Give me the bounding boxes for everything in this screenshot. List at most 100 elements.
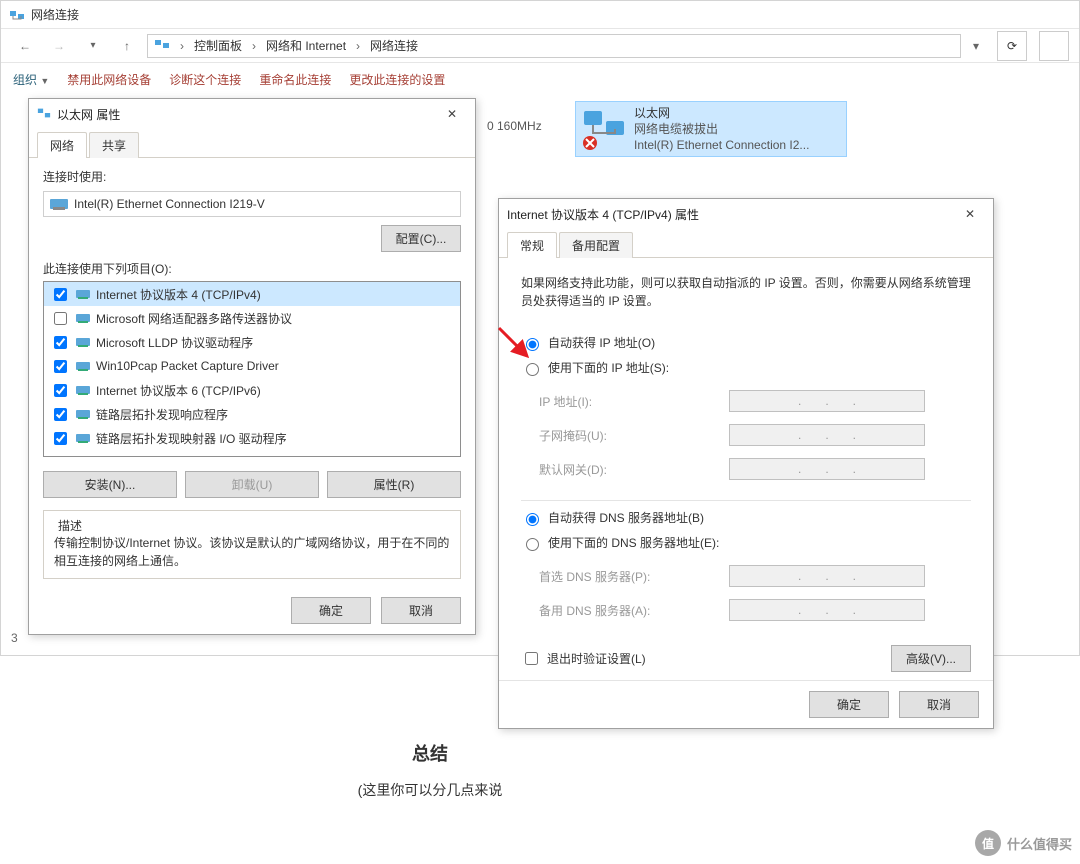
radio-label: 自动获得 IP 地址(O)	[548, 334, 655, 351]
protocol-checkbox[interactable]	[54, 384, 67, 397]
breadcrumb-item[interactable]: 控制面板	[194, 37, 242, 54]
network-connections-icon	[154, 36, 170, 55]
adapter-name: 以太网	[634, 105, 809, 121]
protocol-checkbox[interactable]	[54, 312, 67, 325]
protocol-label: 链路层拓扑发现映射器 I/O 驱动程序	[96, 430, 287, 447]
radio-label: 使用下面的 DNS 服务器地址(E):	[548, 534, 719, 551]
protocol-icon	[76, 432, 90, 444]
protocol-item[interactable]: 链路层拓扑发现映射器 I/O 驱动程序	[44, 426, 460, 450]
protocol-checkbox[interactable]	[54, 408, 67, 421]
dns2-label: 备用 DNS 服务器(A):	[539, 602, 729, 619]
description-text: 传输控制协议/Internet 协议。该协议是默认的广域网络协议，用于在不同的相…	[54, 534, 450, 570]
tab-network[interactable]: 网络	[37, 132, 87, 158]
rename-link[interactable]: 重命名此连接	[259, 71, 331, 88]
ok-button[interactable]: 确定	[291, 597, 371, 624]
properties-button[interactable]: 属性(R)	[327, 471, 461, 498]
protocol-label: Internet 协议版本 4 (TCP/IPv4)	[96, 286, 261, 303]
breadcrumb[interactable]: 控制面板 网络和 Internet 网络连接	[147, 34, 961, 58]
protocol-label: Internet 协议版本 6 (TCP/IPv6)	[96, 382, 261, 399]
radio-input[interactable]	[526, 538, 539, 551]
uninstall-button: 卸载(U)	[185, 471, 319, 498]
protocol-checkbox[interactable]	[54, 432, 67, 445]
protocol-icon	[76, 312, 90, 324]
ethernet-properties-dialog: 以太网 属性 ✕ 网络 共享 连接时使用: Intel(R) Ethernet …	[28, 98, 476, 635]
cancel-button[interactable]: 取消	[899, 691, 979, 718]
refresh-button[interactable]: ⟳	[997, 31, 1027, 61]
gateway-field: ...	[729, 458, 925, 480]
forward-button[interactable]: →	[45, 34, 73, 58]
protocol-label: 链路层拓扑发现响应程序	[96, 406, 228, 423]
partial-text: 0 160MHz	[487, 119, 542, 133]
protocol-icon	[76, 288, 90, 300]
radio-input[interactable]	[526, 363, 539, 376]
protocol-checkbox[interactable]	[54, 360, 67, 373]
protocol-icon	[76, 408, 90, 420]
protocol-icon	[76, 384, 90, 396]
tab-general[interactable]: 常规	[507, 232, 557, 258]
radio-label: 使用下面的 IP 地址(S):	[548, 359, 669, 376]
protocol-checkbox[interactable]	[54, 336, 67, 349]
dns1-field: ...	[729, 565, 925, 587]
breadcrumb-item[interactable]: 网络连接	[370, 37, 418, 54]
protocol-item[interactable]: Microsoft 网络适配器多路传送器协议	[44, 306, 460, 330]
network-icon	[37, 106, 51, 123]
diagnose-link[interactable]: 诊断这个连接	[169, 71, 241, 88]
history-dropdown[interactable]: ▾	[79, 34, 107, 58]
adapter-tile-ethernet[interactable]: 以太网 网络电缆被拔出 Intel(R) Ethernet Connection…	[575, 101, 847, 157]
watermark-badge-icon: 值	[975, 830, 1001, 856]
validate-checkbox[interactable]: 退出时验证设置(L)	[521, 649, 646, 668]
tab-strip: 常规 备用配置	[499, 231, 993, 258]
watermark: 值 什么值得买	[975, 830, 1072, 856]
gateway-label: 默认网关(D):	[539, 461, 729, 478]
radio-manual-ip[interactable]: 使用下面的 IP 地址(S):	[521, 359, 971, 376]
dialog-titlebar[interactable]: 以太网 属性 ✕	[29, 99, 475, 129]
tab-alternate[interactable]: 备用配置	[559, 232, 633, 258]
radio-manual-dns[interactable]: 使用下面的 DNS 服务器地址(E):	[521, 534, 971, 551]
article-heading: 总结	[180, 740, 680, 766]
breadcrumb-item[interactable]: 网络和 Internet	[266, 37, 346, 54]
configure-button[interactable]: 配置(C)...	[381, 225, 461, 252]
advanced-button[interactable]: 高级(V)...	[891, 645, 971, 672]
nic-icon	[50, 197, 68, 211]
protocol-item[interactable]: Internet 协议版本 6 (TCP/IPv6)	[44, 378, 460, 402]
checkbox-label: 退出时验证设置(L)	[547, 650, 646, 667]
explorer-titlebar: 网络连接	[1, 1, 1079, 29]
dns1-label: 首选 DNS 服务器(P):	[539, 568, 729, 585]
watermark-text: 什么值得买	[1007, 834, 1072, 853]
protocol-icon	[76, 360, 90, 372]
command-bar: 组织 ▼ 禁用此网络设备 诊断这个连接 重命名此连接 更改此连接的设置	[1, 63, 1079, 95]
install-button[interactable]: 安装(N)...	[43, 471, 177, 498]
article-body: (这里你可以分几点来说	[180, 780, 680, 800]
protocol-item[interactable]: Microsoft LLDP 协议驱动程序	[44, 330, 460, 354]
tab-share[interactable]: 共享	[89, 132, 139, 158]
radio-input[interactable]	[526, 513, 539, 526]
article-fragment: 总结 (这里你可以分几点来说	[180, 740, 680, 800]
back-button[interactable]: ←	[11, 34, 39, 58]
close-button[interactable]: ✕	[955, 203, 985, 225]
close-button[interactable]: ✕	[437, 103, 467, 125]
change-settings-link[interactable]: 更改此连接的设置	[349, 71, 445, 88]
protocol-item[interactable]: 链路层拓扑发现响应程序	[44, 402, 460, 426]
connect-using-label: 连接时使用:	[43, 168, 461, 185]
breadcrumb-dropdown[interactable]: ▾	[967, 39, 985, 53]
disable-device-link[interactable]: 禁用此网络设备	[67, 71, 151, 88]
protocol-list[interactable]: Internet 协议版本 4 (TCP/IPv4) Microsoft 网络适配…	[43, 281, 461, 457]
protocol-checkbox[interactable]	[54, 288, 67, 301]
annotation-arrow	[495, 324, 535, 364]
organize-menu[interactable]: 组织	[13, 73, 37, 87]
explorer-title: 网络连接	[31, 6, 79, 23]
radio-auto-ip[interactable]: 自动获得 IP 地址(O)	[521, 334, 971, 351]
cancel-button[interactable]: 取消	[381, 597, 461, 624]
search-box[interactable]	[1039, 31, 1069, 61]
checkbox-input[interactable]	[525, 652, 538, 665]
protocol-item[interactable]: Internet 协议版本 4 (TCP/IPv4)	[44, 282, 460, 306]
up-button[interactable]: ↑	[113, 34, 141, 58]
subnet-field: ...	[729, 424, 925, 446]
ip-address-field: ...	[729, 390, 925, 412]
dialog-titlebar[interactable]: Internet 协议版本 4 (TCP/IPv4) 属性 ✕	[499, 199, 993, 229]
radio-label: 自动获得 DNS 服务器地址(B)	[548, 509, 704, 526]
protocol-item[interactable]: Win10Pcap Packet Capture Driver	[44, 354, 460, 378]
intro-text: 如果网络支持此功能，则可以获取自动指派的 IP 设置。否则，你需要从网络系统管理…	[521, 274, 971, 310]
radio-auto-dns[interactable]: 自动获得 DNS 服务器地址(B)	[521, 509, 971, 526]
ok-button[interactable]: 确定	[809, 691, 889, 718]
